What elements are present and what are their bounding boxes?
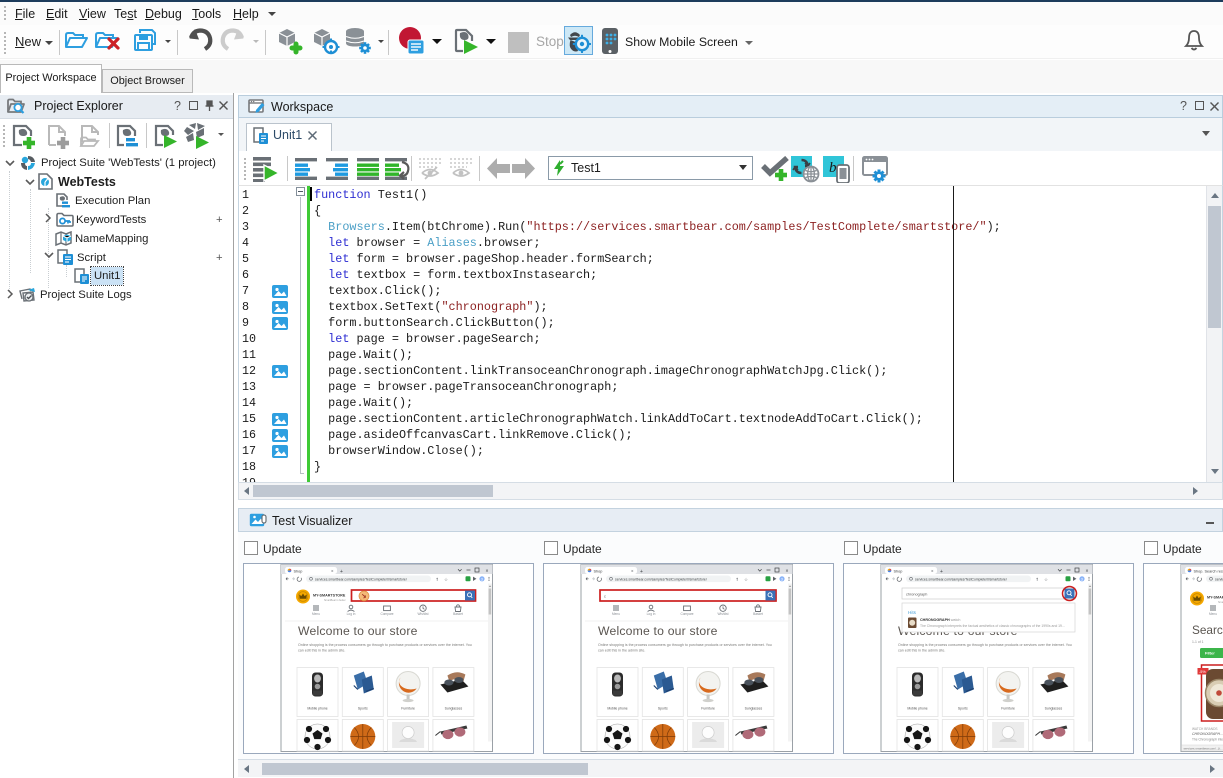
svg-text:Filter: Filter (1205, 651, 1215, 656)
svg-text:Basket: Basket (753, 612, 763, 616)
svg-text:Menu: Menu (1209, 612, 1217, 616)
svg-text:+: + (940, 569, 943, 575)
svg-text:Shop. Search result for: Shop. Search result for (1194, 570, 1223, 574)
svg-text:×: × (331, 569, 334, 574)
svg-text:☆: ☆ (444, 577, 448, 582)
svg-text:Welcome to our store: Welcome to our store (598, 624, 718, 638)
svg-text:Furniture: Furniture (401, 707, 415, 711)
svg-text:can edit this in the admin sit: can edit this in the admin site. (598, 649, 645, 653)
svg-text:Sports: Sports (358, 707, 368, 711)
svg-text:SmartBear is better: SmartBear is better (324, 599, 346, 602)
svg-text:×: × (931, 569, 934, 574)
svg-text:Sunglasses: Sunglasses (745, 707, 763, 711)
svg-text:MY-SMARTSTORE: MY-SMARTSTORE (313, 594, 346, 598)
svg-text:3: 3 (481, 577, 483, 581)
svg-text:Compare: Compare (380, 612, 393, 616)
svg-text:Wishlist: Wishlist (718, 612, 729, 616)
svg-text:Log in: Log in (347, 612, 356, 616)
svg-text:⭡: ⭡ (436, 577, 438, 582)
svg-text:Basket: Basket (453, 612, 463, 616)
svg-text:can edit this in the admin sit: can edit this in the admin site. (898, 649, 945, 653)
svg-text:Online shopping is the process: Online shopping is the process consumers… (598, 643, 772, 647)
svg-text:c: c (604, 595, 606, 599)
svg-text:CHRONOGRAPH...: CHRONOGRAPH... (1192, 732, 1223, 736)
svg-text:MY-SMARTSTORE: MY-SMARTSTORE (1207, 596, 1223, 600)
svg-text:services.smartbear.com/samples: services.smartbear.com/samples/TestCompl… (315, 577, 407, 581)
svg-text:×: × (486, 569, 489, 575)
svg-text:services.smartbear.com/...[t..: services.smartbear.com/...[t... (1184, 747, 1223, 751)
svg-text:Sports: Sports (658, 707, 668, 711)
svg-text:Online shopping is the process: Online shopping is the process consumers… (298, 643, 472, 647)
svg-text:SmartBear is better: SmartBear is better (1218, 601, 1223, 604)
svg-text:+: + (340, 569, 343, 575)
svg-text:The Chronograph interprets the: The Chronograph interprets the factual a… (920, 624, 1065, 628)
svg-text:Menu: Menu (612, 612, 620, 616)
svg-text:Log in: Log in (647, 612, 656, 616)
svg-text:3: 3 (1081, 577, 1083, 581)
svg-text:CHRONOGRAPH watch: CHRONOGRAPH watch (920, 618, 960, 622)
svg-text:+: + (640, 569, 643, 575)
svg-text:Search r: Search r (1192, 623, 1223, 637)
svg-text:×: × (1086, 569, 1089, 575)
svg-text:Sunglasses: Sunglasses (445, 707, 463, 711)
svg-text:services.smartbear.com/samples: services.smartbear.com/samples/TestCompl… (615, 577, 707, 581)
svg-text:services.smartbear.com/samples: services.smartbear.com/samples/TestCompl… (915, 577, 1007, 581)
svg-text:-5%: -5% (1199, 670, 1206, 674)
svg-text:Welcome to our store: Welcome to our store (298, 624, 418, 638)
svg-text:⭡: ⭡ (1036, 577, 1038, 582)
svg-text:Shop: Shop (594, 570, 603, 574)
svg-text:WATCH BRANDS: WATCH BRANDS (1192, 727, 1218, 731)
svg-text:Furniture: Furniture (1001, 707, 1015, 711)
svg-text:chronograph: chronograph (906, 593, 927, 597)
svg-text:Wishlist: Wishlist (418, 612, 429, 616)
svg-text:☆: ☆ (744, 577, 748, 582)
svg-text:☆: ☆ (1044, 577, 1048, 582)
svg-text:Menu: Menu (312, 612, 320, 616)
svg-text:Furniture: Furniture (701, 707, 715, 711)
svg-text:The Chronograph inter...: The Chronograph inter... (1192, 738, 1223, 742)
svg-text:b: b (829, 160, 837, 176)
svg-text:1-1 of 1: 1-1 of 1 (1192, 640, 1204, 644)
svg-text:Mobile phone: Mobile phone (607, 707, 627, 711)
svg-text:Sunglasses: Sunglasses (1045, 707, 1063, 711)
svg-text:can edit this in the admin sit: can edit this in the admin site. (298, 649, 345, 653)
svg-text:×: × (786, 569, 789, 575)
svg-text:Mobile phone: Mobile phone (307, 707, 327, 711)
svg-text:Shop: Shop (894, 570, 903, 574)
svg-text:Hits: Hits (908, 610, 917, 615)
svg-text:Mobile phone: Mobile phone (907, 707, 927, 711)
svg-text:Online shopping is the process: Online shopping is the process consumers… (898, 643, 1072, 647)
svg-text:Compare: Compare (680, 612, 693, 616)
svg-text:×: × (631, 569, 634, 574)
svg-text:Sports: Sports (958, 707, 968, 711)
svg-text:3: 3 (781, 577, 783, 581)
svg-text:services.smartbear.com/samples: services.smartbear.com/samples/TestCompl… (1215, 577, 1223, 581)
svg-text:Shop: Shop (294, 570, 303, 574)
svg-text:⭡: ⭡ (736, 577, 738, 582)
